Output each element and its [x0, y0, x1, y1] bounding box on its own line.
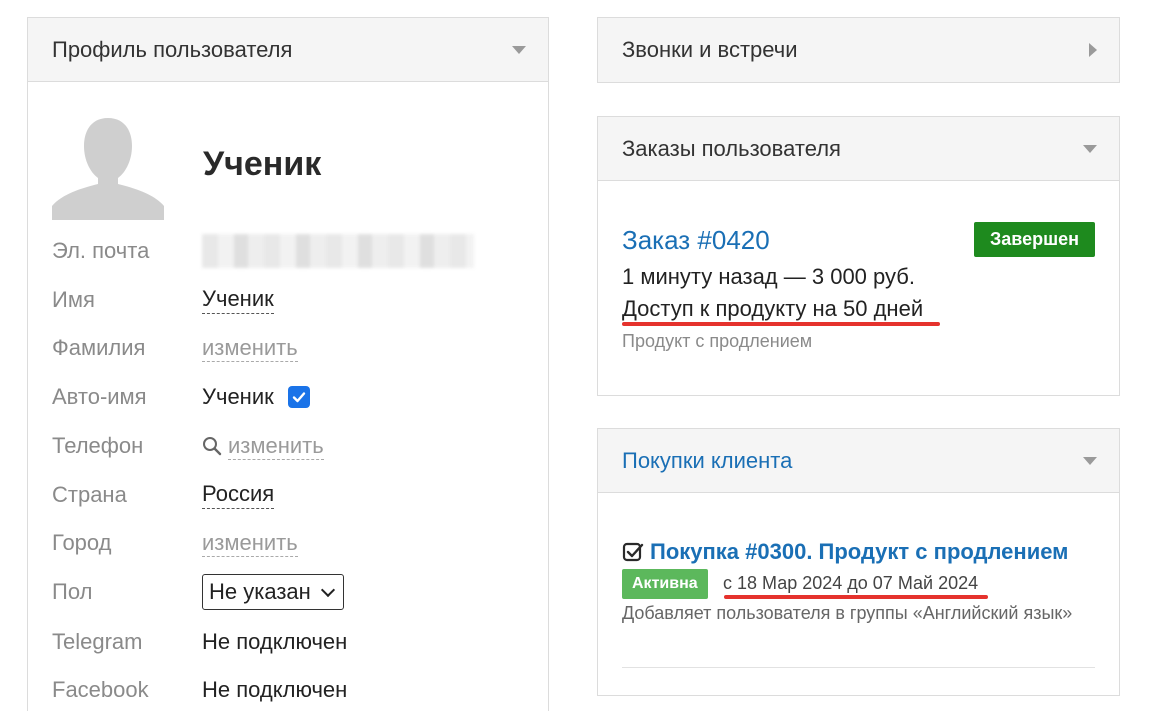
- orders-panel-header[interactable]: Заказы пользователя: [598, 117, 1119, 181]
- telegram-row: Telegram Не подключен: [52, 625, 538, 659]
- divider: [622, 667, 1095, 668]
- telegram-value: Не подключен: [202, 629, 348, 654]
- calls-meetings-panel: Звонки и встречи: [597, 17, 1120, 83]
- gender-row: Пол Не указан: [52, 574, 538, 610]
- phone-edit-link[interactable]: изменить: [228, 433, 324, 460]
- email-value-redacted: [202, 234, 474, 268]
- user-orders-panel: Заказы пользователя Заказ #0420 Завершен…: [597, 116, 1120, 396]
- facebook-value: Не подключен: [202, 677, 348, 702]
- chevron-down-icon: [320, 582, 335, 597]
- gender-select[interactable]: Не указан: [202, 574, 344, 610]
- caret-down-icon[interactable]: [512, 45, 526, 54]
- country-row: Страна Россия: [52, 478, 538, 512]
- city-label: Город: [52, 530, 112, 555]
- search-icon[interactable]: [202, 436, 222, 456]
- country-label: Страна: [52, 482, 127, 507]
- auto-name-row: Авто-имя Ученик: [52, 380, 538, 414]
- last-name-row: Фамилия изменить: [52, 331, 538, 365]
- purchase-dates: с 18 Мар 2024 до 07 Май 2024: [723, 573, 979, 593]
- country-value[interactable]: Россия: [202, 481, 275, 509]
- phone-label: Телефон: [52, 433, 144, 458]
- user-profile-panel: Профиль пользователя Ученик Эл. почта Им…: [27, 17, 549, 711]
- facebook-label: Facebook: [52, 677, 149, 702]
- order-product-note: Продукт с продлением: [622, 331, 813, 351]
- order-access-duration: Доступ к продукту на 50 дней: [622, 296, 924, 321]
- calls-panel-title: Звонки и встречи: [622, 37, 798, 62]
- caret-down-icon[interactable]: [1083, 144, 1097, 153]
- auto-name-value: Ученик: [202, 384, 274, 409]
- phone-row: Телефон изменить: [52, 429, 538, 463]
- highlight-underline: [724, 595, 988, 599]
- purchases-panel-header[interactable]: Покупки клиента: [598, 429, 1119, 493]
- first-name-row: Имя Ученик: [52, 283, 538, 317]
- status-badge: Активна: [622, 569, 708, 599]
- purchases-panel-title[interactable]: Покупки клиента: [622, 448, 792, 474]
- orders-panel-title: Заказы пользователя: [622, 135, 841, 161]
- gender-selected-value: Не указан: [209, 579, 311, 604]
- last-name-edit-link[interactable]: изменить: [202, 335, 298, 362]
- check-icon: [292, 392, 305, 403]
- auto-name-label: Авто-имя: [52, 384, 147, 409]
- profile-panel-header[interactable]: Профиль пользователя: [28, 18, 548, 82]
- profile-panel-title: Профиль пользователя: [52, 36, 293, 62]
- highlight-underline: [622, 322, 940, 326]
- caret-right-icon[interactable]: [1089, 43, 1097, 57]
- user-display-name: Ученик: [203, 145, 322, 183]
- auto-name-checkbox[interactable]: [287, 386, 310, 408]
- purchase-title-text: Покупка #0300. Продукт с продлением: [650, 539, 1069, 564]
- caret-down-icon[interactable]: [1083, 456, 1097, 465]
- purchase-link[interactable]: Покупка #0300. Продукт с продлением: [622, 539, 1068, 565]
- checkbox-checked-icon: [622, 542, 644, 562]
- order-meta: 1 минуту назад — 3 000 руб.: [622, 264, 915, 289]
- purchase-description: Добавляет пользователя в группы «Английс…: [622, 603, 1073, 623]
- last-name-label: Фамилия: [52, 335, 146, 360]
- first-name-label: Имя: [52, 287, 95, 312]
- telegram-label: Telegram: [52, 629, 143, 654]
- order-link[interactable]: Заказ #0420: [622, 225, 770, 256]
- city-edit-link[interactable]: изменить: [202, 530, 298, 557]
- gender-label: Пол: [52, 579, 93, 604]
- first-name-value[interactable]: Ученик: [202, 286, 274, 314]
- status-badge: Завершен: [973, 222, 1095, 257]
- city-row: Город изменить: [52, 526, 538, 560]
- client-purchases-panel: Покупки клиента Покупка #0300. Продукт с…: [597, 428, 1120, 696]
- facebook-row: Facebook Не подключен: [52, 673, 538, 707]
- calls-panel-header[interactable]: Звонки и встречи: [598, 18, 1119, 82]
- email-label: Эл. почта: [52, 238, 150, 263]
- avatar: [52, 110, 164, 220]
- email-row: Эл. почта: [52, 234, 538, 268]
